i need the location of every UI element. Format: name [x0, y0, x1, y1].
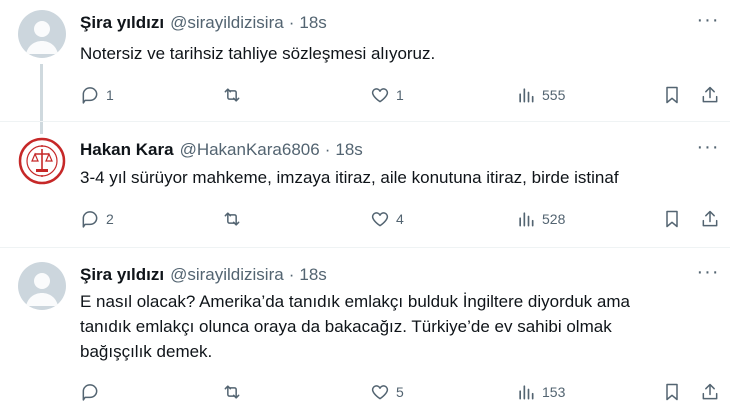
separator: · [288, 265, 295, 284]
bookmark-icon [666, 86, 678, 104]
reply-icon [82, 211, 98, 228]
tweet[interactable]: Şira yıldızı @sirayildizisira · 18s ··· … [0, 8, 730, 110]
avatar[interactable] [18, 10, 66, 58]
tweet-text: E nasıl olacak? Amerika’da tanıdık emlak… [80, 289, 710, 364]
share-icon [702, 210, 718, 227]
timestamp[interactable]: 18s [335, 140, 362, 160]
retweet-icon [224, 212, 240, 226]
author-name[interactable]: Hakan Kara [80, 140, 174, 160]
action-bar: 5 153 [80, 380, 720, 404]
like-button[interactable]: 1 [370, 83, 404, 107]
reply-icon [82, 384, 98, 401]
more-options-button[interactable]: ··· [696, 135, 720, 159]
more-options-button[interactable]: ··· [696, 8, 720, 32]
views-icon [519, 88, 534, 103]
retweet-button[interactable] [222, 83, 248, 107]
like-icon [371, 212, 389, 227]
author-name[interactable]: Şira yıldızı [80, 265, 164, 285]
bookmark-button[interactable] [662, 83, 682, 107]
views-button[interactable]: 555 [516, 83, 565, 107]
more-options-button[interactable]: ··· [696, 260, 720, 284]
author-handle[interactable]: @sirayildizisira [170, 13, 284, 33]
share-icon [702, 383, 718, 400]
retweet-icon [224, 385, 240, 399]
reply-button[interactable]: 2 [80, 207, 114, 231]
reply-button[interactable]: 1 [80, 83, 114, 107]
divider [0, 247, 730, 248]
tweet-header: Şira yıldızı @sirayildizisira · 18s [80, 264, 327, 286]
bookmark-icon [666, 210, 678, 228]
reply-button[interactable] [80, 380, 106, 404]
tweet[interactable]: Şira yıldızı @sirayildizisira · 18s ··· … [0, 260, 730, 412]
timestamp[interactable]: 18s [299, 13, 326, 33]
like-count: 5 [396, 384, 404, 400]
like-count: 4 [396, 211, 404, 227]
author-handle[interactable]: @HakanKara6806 [180, 140, 320, 160]
reply-icon [82, 87, 98, 104]
bookmark-button[interactable] [662, 380, 682, 404]
separator: · [324, 140, 331, 159]
tweet-text-line: E nasıl olacak? Amerika’da tanıdık emlak… [80, 292, 630, 311]
tweet-header: Hakan Kara @HakanKara6806 · 18s [80, 139, 363, 161]
like-icon [371, 88, 389, 103]
tweet-text: Notersiz ve tarihsiz tahliye sözleşmesi … [80, 44, 436, 63]
author-name[interactable]: Şira yıldızı [80, 13, 164, 33]
share-button[interactable] [700, 380, 720, 404]
tweet-text: 3-4 yıl sürüyor mahkeme, imzaya itiraz, … [80, 168, 619, 187]
retweet-button[interactable] [222, 207, 248, 231]
retweet-icon [224, 88, 240, 102]
views-icon [519, 212, 534, 227]
seal-logo-icon [18, 137, 66, 185]
reply-count: 2 [106, 211, 114, 227]
divider [0, 121, 730, 122]
views-icon [519, 385, 534, 400]
like-button[interactable]: 5 [370, 380, 404, 404]
action-bar: 2 4 528 [80, 207, 720, 231]
like-button[interactable]: 4 [370, 207, 404, 231]
timestamp[interactable]: 18s [299, 265, 326, 285]
like-count: 1 [396, 87, 404, 103]
default-avatar-icon [18, 262, 66, 310]
bookmark-icon [666, 383, 678, 401]
views-count: 528 [542, 211, 566, 227]
share-icon [702, 86, 718, 103]
views-button[interactable]: 153 [516, 380, 565, 404]
separator: · [288, 13, 295, 32]
like-icon [371, 385, 389, 400]
views-count: 153 [542, 384, 566, 400]
avatar[interactable] [18, 262, 66, 310]
author-handle[interactable]: @sirayildizisira [170, 265, 284, 285]
action-bar: 1 1 555 [80, 83, 720, 107]
avatar[interactable] [18, 137, 66, 185]
views-button[interactable]: 528 [516, 207, 565, 231]
tweet-text-line: bağışçılık demek. [80, 342, 213, 361]
reply-count: 1 [106, 87, 114, 103]
retweet-button[interactable] [222, 380, 248, 404]
tweet-header: Şira yıldızı @sirayildizisira · 18s [80, 12, 327, 34]
share-button[interactable] [700, 83, 720, 107]
views-count: 555 [542, 87, 566, 103]
default-avatar-icon [18, 10, 66, 58]
tweet-text-line: tanıdık emlakçı olunca oraya da bakacağı… [80, 317, 612, 336]
tweet[interactable]: Hakan Kara @HakanKara6806 · 18s ··· 3-4 … [0, 135, 730, 237]
share-button[interactable] [700, 207, 720, 231]
bookmark-button[interactable] [662, 207, 682, 231]
